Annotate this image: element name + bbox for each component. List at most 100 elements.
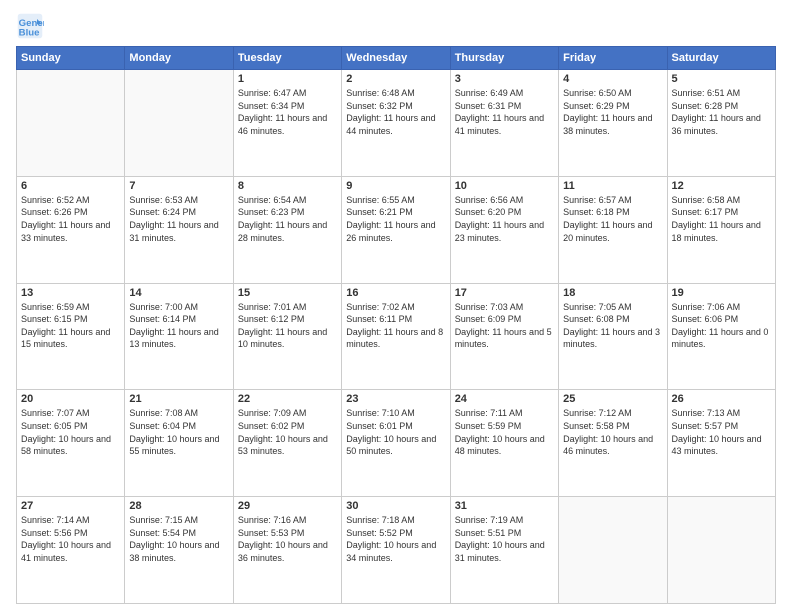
day-info: Sunrise: 6:54 AM Sunset: 6:23 PM Dayligh… <box>238 194 337 244</box>
day-info: Sunrise: 6:51 AM Sunset: 6:28 PM Dayligh… <box>672 87 771 137</box>
calendar-cell: 19 Sunrise: 7:06 AM Sunset: 6:06 PM Dayli… <box>667 283 775 390</box>
logo: General Blue <box>16 12 48 40</box>
day-number: 16 <box>346 287 445 299</box>
calendar-cell: 29Sunrise: 7:16 AM Sunset: 5:53 PM Dayli… <box>233 497 341 604</box>
calendar-cell: 1 Sunrise: 6:47 AM Sunset: 6:34 PM Daylig… <box>233 70 341 177</box>
day-number: 8 <box>238 180 337 192</box>
day-info: Sunrise: 6:56 AM Sunset: 6:20 PM Dayligh… <box>455 194 554 244</box>
day-info: Sunrise: 7:05 AM Sunset: 6:08 PM Dayligh… <box>563 301 662 351</box>
day-number: 9 <box>346 180 445 192</box>
calendar-cell <box>667 497 775 604</box>
day-info: Sunrise: 6:58 AM Sunset: 6:17 PM Dayligh… <box>672 194 771 244</box>
calendar-cell: 3 Sunrise: 6:49 AM Sunset: 6:31 PM Daylig… <box>450 70 558 177</box>
calendar-week-row: 6 Sunrise: 6:52 AM Sunset: 6:26 PM Daylig… <box>17 176 776 283</box>
day-number: 2 <box>346 73 445 85</box>
calendar-cell: 9 Sunrise: 6:55 AM Sunset: 6:21 PM Daylig… <box>342 176 450 283</box>
day-number: 10 <box>455 180 554 192</box>
day-info: Sunrise: 7:06 AM Sunset: 6:06 PM Dayligh… <box>672 301 771 351</box>
calendar-cell: 28 Sunrise: 7:15 AM Sunset: 5:54 PM Dayli… <box>125 497 233 604</box>
calendar-cell: 6 Sunrise: 6:52 AM Sunset: 6:26 PM Daylig… <box>17 176 125 283</box>
calendar-cell: 4 Sunrise: 6:50 AM Sunset: 6:29 PM Daylig… <box>559 70 667 177</box>
day-info: Sunrise: 6:53 AM Sunset: 6:24 PM Dayligh… <box>129 194 228 244</box>
calendar-header-row: SundayMondayTuesdayWednesdayThursdayFrid… <box>17 47 776 70</box>
calendar-week-row: 13 Sunrise: 6:59 AM Sunset: 6:15 PM Dayli… <box>17 283 776 390</box>
day-number: 27 <box>21 500 120 512</box>
day-info: Sunrise: 7:19 AM Sunset: 5:51 PM Dayligh… <box>455 514 554 564</box>
day-info: Sunrise: 7:13 AM Sunset: 5:57 PM Dayligh… <box>672 407 771 457</box>
calendar-cell: 15 Sunrise: 7:01 AM Sunset: 6:12 PM Dayli… <box>233 283 341 390</box>
calendar-week-row: 27Sunrise: 7:14 AM Sunset: 5:56 PM Dayli… <box>17 497 776 604</box>
day-number: 3 <box>455 73 554 85</box>
day-number: 30 <box>346 500 445 512</box>
calendar-cell: 8 Sunrise: 6:54 AM Sunset: 6:23 PM Daylig… <box>233 176 341 283</box>
day-number: 14 <box>129 287 228 299</box>
header: General Blue <box>16 12 776 40</box>
calendar-cell <box>559 497 667 604</box>
day-info: Sunrise: 6:48 AM Sunset: 6:32 PM Dayligh… <box>346 87 445 137</box>
calendar-day-header: Tuesday <box>233 47 341 70</box>
day-number: 31 <box>455 500 554 512</box>
day-info: Sunrise: 6:50 AM Sunset: 6:29 PM Dayligh… <box>563 87 662 137</box>
calendar-cell: 20 Sunrise: 7:07 AM Sunset: 6:05 PM Dayli… <box>17 390 125 497</box>
day-info: Sunrise: 7:12 AM Sunset: 5:58 PM Dayligh… <box>563 407 662 457</box>
page: General Blue SundayMondayTuesdayWednesda… <box>0 0 792 612</box>
calendar-cell: 14 Sunrise: 7:00 AM Sunset: 6:14 PM Dayli… <box>125 283 233 390</box>
svg-text:Blue: Blue <box>19 28 40 39</box>
day-number: 1 <box>238 73 337 85</box>
calendar-cell: 2 Sunrise: 6:48 AM Sunset: 6:32 PM Daylig… <box>342 70 450 177</box>
calendar-cell: 23 Sunrise: 7:10 AM Sunset: 6:01 PM Dayli… <box>342 390 450 497</box>
day-info: Sunrise: 7:08 AM Sunset: 6:04 PM Dayligh… <box>129 407 228 457</box>
day-number: 13 <box>21 287 120 299</box>
day-info: Sunrise: 6:59 AM Sunset: 6:15 PM Dayligh… <box>21 301 120 351</box>
calendar-cell: 30 Sunrise: 7:18 AM Sunset: 5:52 PM Dayli… <box>342 497 450 604</box>
day-number: 19 <box>672 287 771 299</box>
calendar-cell: 5 Sunrise: 6:51 AM Sunset: 6:28 PM Daylig… <box>667 70 775 177</box>
calendar-cell: 13 Sunrise: 6:59 AM Sunset: 6:15 PM Dayli… <box>17 283 125 390</box>
day-number: 25 <box>563 393 662 405</box>
day-info: Sunrise: 7:11 AM Sunset: 5:59 PM Dayligh… <box>455 407 554 457</box>
day-number: 5 <box>672 73 771 85</box>
day-info: Sunrise: 7:07 AM Sunset: 6:05 PM Dayligh… <box>21 407 120 457</box>
day-info: Sunrise: 6:49 AM Sunset: 6:31 PM Dayligh… <box>455 87 554 137</box>
day-info: Sunrise: 6:57 AM Sunset: 6:18 PM Dayligh… <box>563 194 662 244</box>
calendar-day-header: Thursday <box>450 47 558 70</box>
day-info: Sunrise: 7:09 AM Sunset: 6:02 PM Dayligh… <box>238 407 337 457</box>
calendar-cell: 27Sunrise: 7:14 AM Sunset: 5:56 PM Dayli… <box>17 497 125 604</box>
calendar-cell: 16 Sunrise: 7:02 AM Sunset: 6:11 PM Dayli… <box>342 283 450 390</box>
calendar-cell: 7 Sunrise: 6:53 AM Sunset: 6:24 PM Daylig… <box>125 176 233 283</box>
calendar-week-row: 20 Sunrise: 7:07 AM Sunset: 6:05 PM Dayli… <box>17 390 776 497</box>
day-info: Sunrise: 7:03 AM Sunset: 6:09 PM Dayligh… <box>455 301 554 351</box>
calendar-day-header: Friday <box>559 47 667 70</box>
day-number: 7 <box>129 180 228 192</box>
day-info: Sunrise: 7:01 AM Sunset: 6:12 PM Dayligh… <box>238 301 337 351</box>
calendar-day-header: Sunday <box>17 47 125 70</box>
day-number: 12 <box>672 180 771 192</box>
calendar-day-header: Wednesday <box>342 47 450 70</box>
calendar-cell: 25 Sunrise: 7:12 AM Sunset: 5:58 PM Dayli… <box>559 390 667 497</box>
day-info: Sunrise: 7:18 AM Sunset: 5:52 PM Dayligh… <box>346 514 445 564</box>
calendar-day-header: Saturday <box>667 47 775 70</box>
day-number: 20 <box>21 393 120 405</box>
day-number: 11 <box>563 180 662 192</box>
day-number: 15 <box>238 287 337 299</box>
day-info: Sunrise: 7:15 AM Sunset: 5:54 PM Dayligh… <box>129 514 228 564</box>
day-number: 4 <box>563 73 662 85</box>
day-number: 23 <box>346 393 445 405</box>
day-info: Sunrise: 6:55 AM Sunset: 6:21 PM Dayligh… <box>346 194 445 244</box>
calendar-cell: 10 Sunrise: 6:56 AM Sunset: 6:20 PM Dayli… <box>450 176 558 283</box>
day-info: Sunrise: 6:52 AM Sunset: 6:26 PM Dayligh… <box>21 194 120 244</box>
day-number: 24 <box>455 393 554 405</box>
day-number: 28 <box>129 500 228 512</box>
day-number: 6 <box>21 180 120 192</box>
day-number: 21 <box>129 393 228 405</box>
day-info: Sunrise: 7:10 AM Sunset: 6:01 PM Dayligh… <box>346 407 445 457</box>
calendar-table: SundayMondayTuesdayWednesdayThursdayFrid… <box>16 46 776 604</box>
day-info: Sunrise: 7:00 AM Sunset: 6:14 PM Dayligh… <box>129 301 228 351</box>
day-number: 18 <box>563 287 662 299</box>
calendar-cell: 31 Sunrise: 7:19 AM Sunset: 5:51 PM Dayli… <box>450 497 558 604</box>
day-info: Sunrise: 7:02 AM Sunset: 6:11 PM Dayligh… <box>346 301 445 351</box>
calendar-cell: 17Sunrise: 7:03 AM Sunset: 6:09 PM Dayli… <box>450 283 558 390</box>
day-info: Sunrise: 7:16 AM Sunset: 5:53 PM Dayligh… <box>238 514 337 564</box>
calendar-cell: 11 Sunrise: 6:57 AM Sunset: 6:18 PM Dayli… <box>559 176 667 283</box>
day-info: Sunrise: 6:47 AM Sunset: 6:34 PM Dayligh… <box>238 87 337 137</box>
